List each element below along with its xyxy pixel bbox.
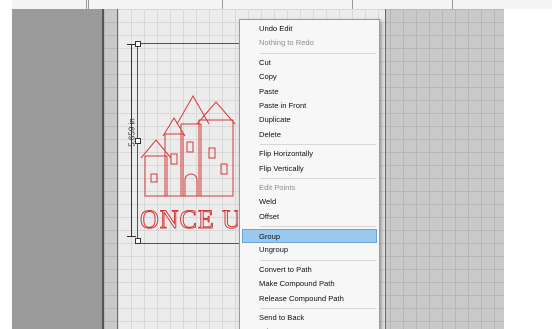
castle-roof-mid <box>162 117 186 137</box>
right-margin <box>504 9 553 329</box>
resize-handle[interactable] <box>135 238 141 244</box>
menu-item-delete[interactable]: Delete <box>240 128 379 142</box>
castle-tower-right <box>198 119 234 197</box>
menu-separator <box>260 177 376 179</box>
menu-item-copy[interactable]: Copy <box>240 70 379 84</box>
menu-item-group[interactable]: Group <box>242 229 377 244</box>
castle-door <box>184 173 198 196</box>
menu-item-cut[interactable]: Cut <box>240 56 379 70</box>
menu-separator <box>260 144 376 146</box>
menu-item-send-to-back[interactable]: Send to Back <box>240 311 379 325</box>
menu-item-ungroup[interactable]: Ungroup <box>240 243 379 257</box>
menu-item-flip-horizontally[interactable]: Flip Horizontally <box>240 147 379 161</box>
design-workspace: 5.659 in ONCE UPON Undo EditNothing to R… <box>0 0 553 329</box>
castle-tower-left <box>144 155 168 197</box>
castle-artwork[interactable] <box>137 94 237 206</box>
menu-separator <box>260 52 376 54</box>
left-ruler <box>12 9 104 329</box>
resize-handle[interactable] <box>135 41 141 47</box>
menu-item-bring-to-front[interactable]: Bring to Front <box>240 325 379 329</box>
menu-item-paste[interactable]: Paste <box>240 85 379 99</box>
menu-item-nothing-to-redo[interactable]: Nothing to Redo <box>240 36 379 50</box>
menu-item-duplicate[interactable]: Duplicate <box>240 113 379 127</box>
menu-separator <box>260 308 376 310</box>
menu-item-convert-to-path[interactable]: Convert to Path <box>240 263 379 277</box>
menu-separator <box>260 226 376 228</box>
menu-item-edit-points[interactable]: Edit Points <box>240 181 379 195</box>
toolbar-divider <box>352 0 353 9</box>
menu-item-flip-vertically[interactable]: Flip Vertically <box>240 162 379 176</box>
castle-tower-mid <box>164 133 184 197</box>
menu-item-offset[interactable]: Offset <box>240 210 379 224</box>
left-margin <box>0 0 12 329</box>
toolbar-divider <box>88 0 89 9</box>
menu-item-undo-edit[interactable]: Undo Edit <box>240 22 379 36</box>
context-menu: Undo Edit Nothing to Redo Cut Copy Paste Past… <box>239 19 380 329</box>
castle-roof-left <box>140 139 172 159</box>
artwork-text[interactable]: ONCE UPON <box>140 205 238 235</box>
toolbar-divider <box>452 0 453 9</box>
toolbar-divider <box>222 0 223 9</box>
height-dimension-label: 5.659 in <box>127 118 137 147</box>
menu-item-make-compound-path[interactable]: Make Compound Path <box>240 277 379 291</box>
dimension-tick <box>127 236 136 237</box>
menu-item-paste-in-front[interactable]: Paste in Front <box>240 99 379 113</box>
menu-item-weld[interactable]: Weld <box>240 195 379 209</box>
menu-separator <box>260 259 376 261</box>
toolbar-divider <box>86 0 87 9</box>
menu-item-release-compound-path[interactable]: Release Compound Path <box>240 292 379 306</box>
